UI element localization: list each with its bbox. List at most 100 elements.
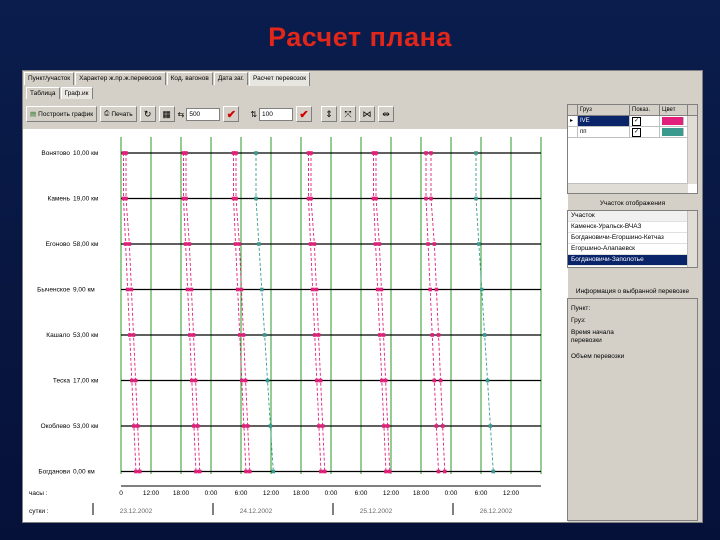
route-point [234, 196, 238, 201]
route-point [319, 469, 323, 474]
route-point [137, 469, 142, 474]
route-point [429, 151, 433, 155]
route-point [312, 333, 317, 337]
subtab-graph[interactable]: Граф.ик [60, 87, 93, 99]
display-list[interactable]: Участок Каменск-Уральск-ВЧАЗ Богдановичи… [567, 210, 698, 268]
fit-vertical-icon[interactable]: ⇕ [321, 106, 338, 122]
shrink-horizontal-icon[interactable]: ⋈ [359, 106, 376, 122]
time-tick-label: 12:00 [143, 490, 160, 497]
route-line [425, 153, 439, 472]
route-point [482, 333, 487, 337]
station-name: Камень [48, 196, 71, 203]
vertical-scrollbar[interactable] [687, 116, 697, 184]
date-label: 24.12.2002 [240, 508, 273, 515]
horizontal-scrollbar[interactable] [568, 183, 688, 193]
route-point [268, 424, 273, 428]
route-point [320, 424, 325, 428]
route-point [135, 424, 140, 428]
info-start-time-label: Время начала [571, 329, 614, 336]
shown-checkbox[interactable]: ✓ [632, 128, 641, 137]
col-cargo[interactable]: Груз [578, 105, 630, 115]
scale-x-input[interactable]: 500 [186, 107, 221, 121]
tab-calculation[interactable]: Расчет перевозок [249, 72, 311, 86]
shown-checkbox[interactable]: ✓ [632, 117, 641, 126]
tab-stations[interactable]: Пункт/участок [24, 72, 75, 85]
info-panel: Пункт: Груз: Время начала перевозки Объе… [567, 298, 698, 521]
route-line [373, 153, 387, 472]
station-km: 9,00 км [73, 287, 95, 294]
color-swatch[interactable] [662, 128, 684, 136]
route-point [184, 151, 188, 155]
route-line [375, 153, 391, 472]
graph-area[interactable]: Вонятово 10,00 км Камень 19,00 км Егоново 58,… [23, 129, 568, 522]
station-km: 53,00 км [73, 332, 99, 339]
refresh-icon[interactable]: ↻ [139, 106, 156, 122]
list-item[interactable]: Каменск-Уральск-ВЧАЗ [568, 222, 697, 233]
info-volume-label: Объем перевозки [571, 353, 625, 360]
station-name: Вонятово [41, 150, 70, 157]
list-item[interactable]: Егоршино-Алапаевск [568, 244, 697, 255]
list-item[interactable]: Участок [568, 211, 697, 222]
row-pointer-icon: ▸ [568, 116, 578, 126]
display-section-title: Участок отображения [599, 200, 666, 207]
station-km: 10,00 км [73, 150, 99, 157]
color-swatch[interactable] [662, 117, 684, 125]
route-point [479, 287, 484, 292]
station-name: Егоново [46, 241, 71, 248]
route-point [265, 378, 270, 383]
build-graph-button[interactable]: ▤ Построить график [26, 106, 98, 122]
route-point [432, 378, 437, 383]
route-point [438, 378, 443, 383]
col-color[interactable]: Цвет [660, 105, 688, 115]
print-button[interactable]: ⎙ Печать [100, 106, 137, 122]
subtab-table[interactable]: Таблица [26, 87, 60, 99]
route-point [375, 287, 380, 292]
col-shown[interactable]: Показ. [630, 105, 660, 115]
table-row[interactable]: пп ✓ [568, 127, 697, 138]
time-tick-label: 6:00 [355, 490, 368, 497]
route-point [241, 333, 246, 337]
route-point [234, 151, 238, 155]
apply-scale-x-icon[interactable]: ✔ [223, 106, 240, 122]
list-item[interactable]: Богдановичи-Егоршино-Кетчаз [568, 233, 697, 244]
zoom-vertical-icon[interactable]: ⤧ [340, 106, 357, 122]
route-point [244, 469, 248, 474]
cargo-table: Груз Показ. Цвет ▸ IVE ✓ пп ✓ [567, 104, 698, 194]
tab-cargo[interactable]: Характер ж.пр.ж.перевозов [75, 72, 166, 85]
route-line [308, 153, 322, 472]
apply-scale-y-icon[interactable]: ✔ [296, 106, 313, 122]
info-cargo-label: Груз: [571, 317, 586, 324]
route-point [308, 242, 313, 246]
route-point [434, 287, 439, 292]
slide-title: Расчет плана [268, 22, 452, 52]
route-point [312, 242, 317, 246]
route-point [187, 333, 192, 337]
list-item-selected[interactable]: Богдановичи-Заполотье [568, 255, 697, 266]
route-point [185, 287, 190, 292]
date-label: 23.12.2002 [120, 508, 153, 515]
route-line [233, 153, 247, 472]
route-point [242, 424, 246, 428]
route-point [491, 469, 496, 474]
tab-dates[interactable]: Дата заг. [213, 72, 248, 85]
time-tick-label: 0:00 [445, 490, 458, 497]
grid-icon[interactable]: ▦ [158, 106, 175, 122]
route-point [429, 196, 433, 201]
route-point [385, 424, 390, 428]
route-line [310, 153, 326, 472]
printer-icon: ⎙ [104, 110, 110, 117]
route-point [123, 242, 128, 246]
scale-y-input[interactable]: 100 [259, 107, 294, 121]
station-km: 0,00 км [73, 469, 95, 476]
tab-wagons[interactable]: Код. вагонов [166, 72, 213, 85]
route-point [424, 151, 428, 155]
table-row[interactable]: ▸ IVE ✓ [568, 116, 697, 127]
list-scrollbar[interactable] [687, 211, 697, 267]
graph-icon: ▤ [30, 111, 37, 118]
route-point [485, 378, 490, 383]
fit-horizontal-icon[interactable]: ⇹ [378, 106, 395, 122]
application-window: Пункт/участок Характер ж.пр.ж.перевозов … [22, 70, 703, 523]
shown-cell: ✓ [630, 116, 660, 126]
route-line [475, 153, 494, 472]
